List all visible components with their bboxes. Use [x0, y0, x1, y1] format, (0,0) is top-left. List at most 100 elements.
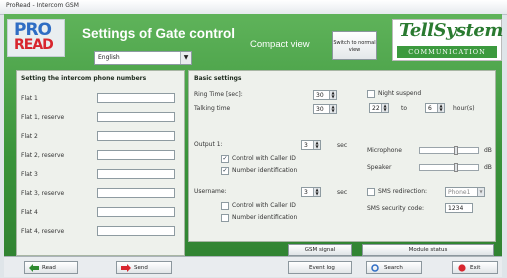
switch-view-button[interactable]: Switch to normal view	[332, 31, 377, 60]
spin-arrows-icon[interactable]: ▲ ▼	[329, 105, 336, 113]
sms-code-input[interactable]: 1234	[445, 203, 473, 213]
sms-redirection-checkbox[interactable]	[367, 188, 375, 196]
sms-redirection-select[interactable]: Phone1 ▼	[445, 187, 485, 197]
username-value: 3	[304, 189, 308, 196]
spin-arrows-icon[interactable]: ▲ ▼	[381, 104, 388, 112]
microphone-slider[interactable]	[419, 146, 479, 155]
microphone-unit: dB	[484, 147, 492, 154]
spin-arrows-icon[interactable]: ▲ ▼	[437, 104, 444, 112]
send-button[interactable]: Send	[116, 261, 172, 274]
page-title: Settings of Gate control	[82, 26, 236, 41]
brand-sub: COMMUNICATION	[397, 46, 497, 58]
switch-view-label: Switch to normal view	[333, 40, 376, 53]
read-button[interactable]: Read	[24, 261, 78, 274]
username-control-caller-checkbox[interactable]	[221, 202, 229, 210]
title-bar: ProRead - Intercom GSM	[0, 0, 507, 15]
output-control-caller-checkbox[interactable]: ✓	[221, 155, 229, 163]
night-from-value: 22	[372, 105, 380, 112]
speaker-slider[interactable]	[419, 163, 479, 172]
chevron-down-icon[interactable]: ▼	[477, 188, 484, 196]
ring-time-spinner[interactable]: 30 ▲ ▼	[313, 90, 337, 100]
username-label: Username:	[194, 188, 227, 195]
bottom-toolbar: Read Send Event log Search Exit	[4, 256, 502, 277]
flat-phone-input[interactable]	[97, 188, 175, 198]
flat-phone-input[interactable]	[97, 169, 175, 179]
flat-phone-input[interactable]	[97, 131, 175, 141]
exit-button[interactable]: Exit	[452, 261, 498, 274]
chevron-down-icon[interactable]: ▼	[180, 52, 191, 64]
talking-time-label: Talking time	[194, 105, 231, 112]
night-to-label: to	[401, 105, 408, 112]
tellsystem-logo: TellSystem COMMUNICATION	[392, 19, 503, 61]
search-icon	[371, 264, 379, 272]
compact-view-label: Compact view	[250, 39, 310, 50]
output-control-caller-label: Control with Caller ID	[232, 155, 296, 162]
night-unit: hour(s)	[453, 105, 475, 112]
username-number-ident-label: Number identification	[232, 214, 298, 221]
basic-settings-title: Basic settings	[194, 75, 242, 82]
username-number-ident-checkbox[interactable]	[221, 214, 229, 222]
flat-phone-input[interactable]	[97, 112, 175, 122]
flat-phone-input[interactable]	[97, 207, 175, 217]
night-to-value: 6	[428, 105, 432, 112]
flat-label: Flat 1, reserve	[21, 114, 65, 121]
module-status-button[interactable]: Module status	[362, 244, 494, 256]
night-suspend-checkbox[interactable]	[367, 90, 375, 98]
flat-label: Flat 2, reserve	[21, 152, 65, 159]
event-log-button[interactable]: Event log	[288, 261, 352, 274]
exit-label: Exit	[470, 265, 481, 271]
flat-phone-input[interactable]	[97, 93, 175, 103]
flat-label: Flat 4, reserve	[21, 228, 65, 235]
language-value: English	[98, 54, 120, 61]
ring-time-label: Ring Time [sec]:	[194, 91, 243, 98]
phone-numbers-title: Setting the intercom phone numbers	[21, 75, 147, 82]
flat-label: Flat 3	[21, 171, 38, 178]
exit-icon	[458, 264, 466, 272]
send-label: Send	[134, 265, 148, 271]
gsm-signal-button[interactable]: GSM signal	[288, 244, 352, 256]
flat-label: Flat 1	[21, 95, 38, 102]
night-from-spinner[interactable]: 22 ▲ ▼	[369, 103, 389, 113]
night-to-spinner[interactable]: 6 ▲ ▼	[425, 103, 445, 113]
username-unit: sec	[337, 189, 348, 196]
spin-arrows-icon[interactable]: ▲ ▼	[313, 141, 320, 149]
app-window: ProRead - Intercom GSM PRO READ Settings…	[0, 0, 507, 278]
talking-time-spinner[interactable]: 30 ▲ ▼	[313, 104, 337, 114]
flat-label: Flat 2	[21, 133, 38, 140]
search-button[interactable]: Search	[366, 261, 422, 274]
event-log-label: Event log	[309, 265, 335, 271]
phone-numbers-panel: Setting the intercom phone numbers Flat …	[16, 70, 185, 256]
send-arrow-icon	[121, 264, 131, 272]
output-unit: sec	[337, 142, 348, 149]
speaker-unit: dB	[484, 164, 492, 171]
output-number-ident-checkbox[interactable]: ✓	[221, 167, 229, 175]
microphone-label: Microphone	[367, 147, 402, 154]
ring-time-value: 30	[316, 92, 324, 99]
flat-label: Flat 3, reserve	[21, 190, 65, 197]
spin-arrows-icon[interactable]: ▲ ▼	[329, 91, 336, 99]
language-select[interactable]: English ▼	[94, 51, 192, 65]
sms-code-label: SMS security code:	[367, 205, 425, 212]
speaker-slider-knob[interactable]	[454, 163, 458, 172]
microphone-slider-knob[interactable]	[454, 146, 458, 155]
output-spinner[interactable]: 3 ▲ ▼	[301, 140, 321, 150]
spin-arrows-icon[interactable]: ▲ ▼	[313, 188, 320, 196]
search-label: Search	[384, 265, 403, 271]
output-label: Output 1:	[194, 141, 223, 148]
read-arrow-icon	[29, 264, 39, 272]
sms-redirection-label: SMS redirection:	[378, 188, 428, 195]
output-number-ident-label: Number identification	[232, 167, 298, 174]
flat-phone-input[interactable]	[97, 150, 175, 160]
basic-settings-panel: Basic settings Ring Time [sec]: 30 ▲ ▼ Ta…	[188, 70, 496, 242]
username-spinner[interactable]: 3 ▲ ▼	[301, 187, 321, 197]
logo-read-text: READ	[14, 37, 54, 53]
output-value: 3	[304, 142, 308, 149]
main-area: PRO READ Settings of Gate control Compac…	[4, 14, 503, 276]
night-suspend-label: Night suspend	[378, 90, 422, 97]
username-control-caller-label: Control with Caller ID	[232, 202, 296, 209]
window-title: ProRead - Intercom GSM	[6, 2, 79, 9]
sms-redirection-value: Phone1	[448, 189, 471, 196]
talking-time-value: 30	[316, 106, 324, 113]
flat-label: Flat 4	[21, 209, 38, 216]
flat-phone-input[interactable]	[97, 226, 175, 236]
